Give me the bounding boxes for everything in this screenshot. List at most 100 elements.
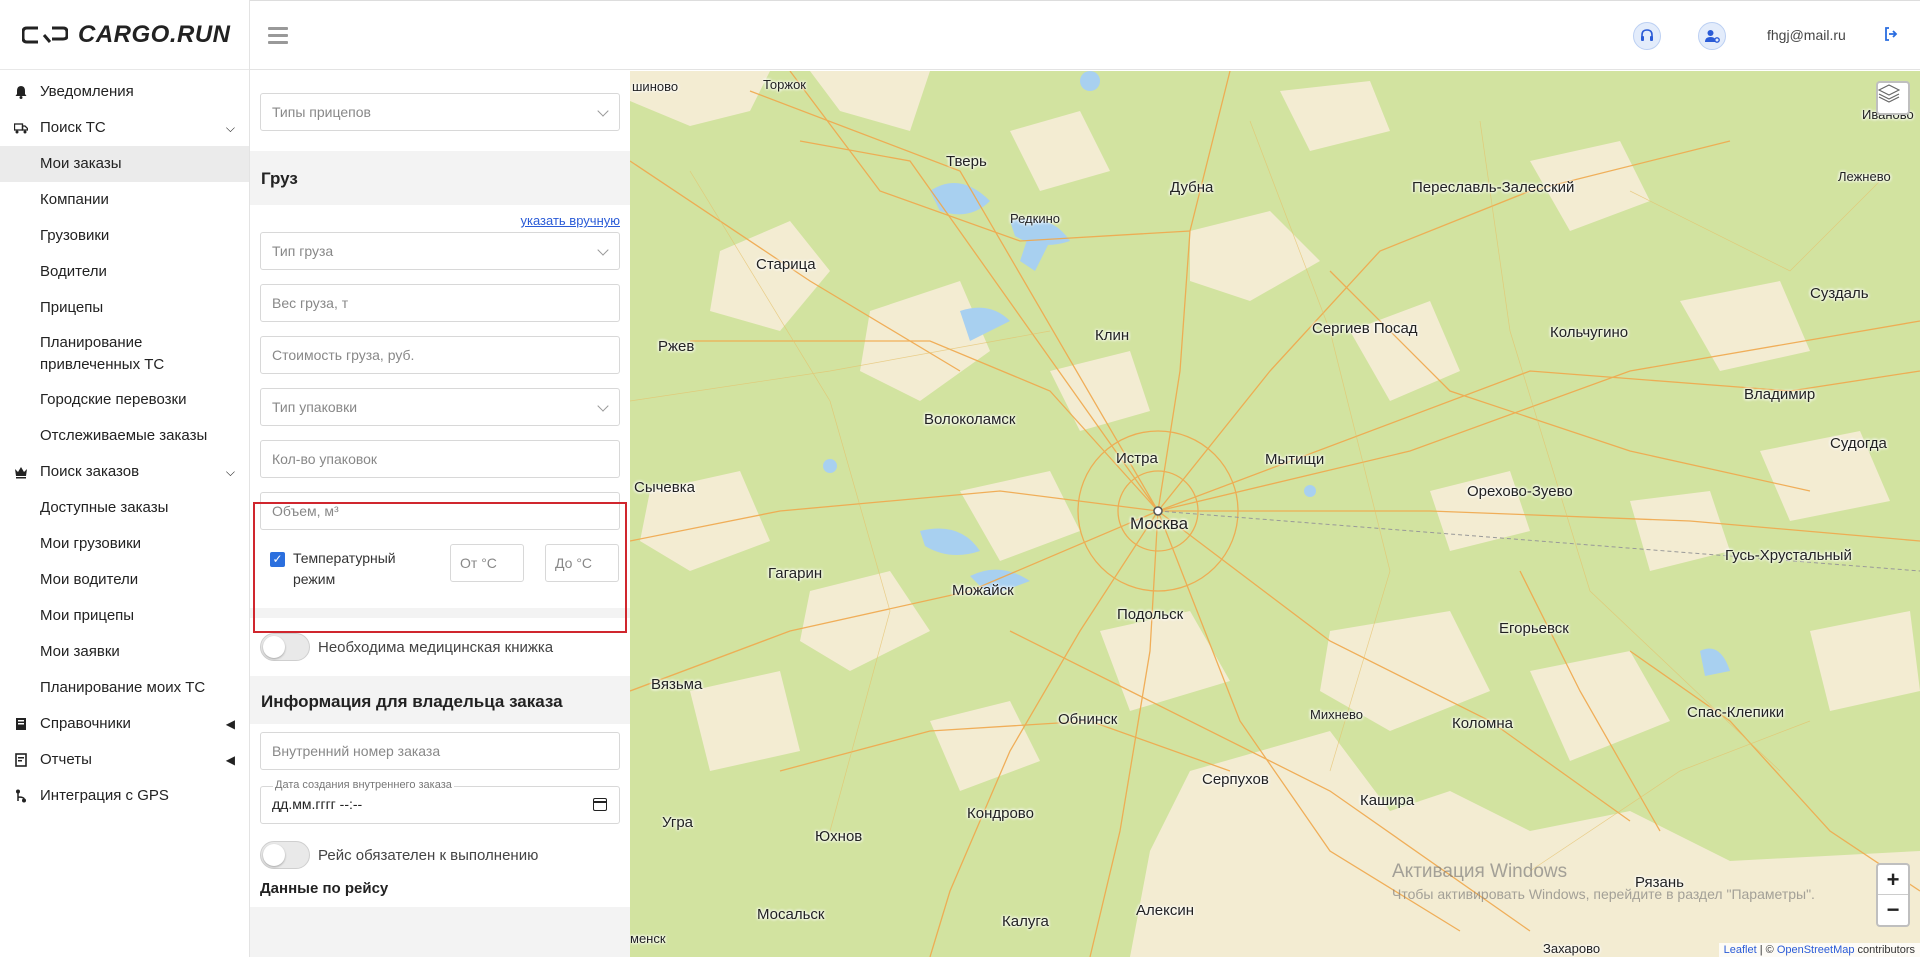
input-placeholder: Кол-во упаковок [272, 451, 378, 467]
sidebar-item-label: Мои грузовики [40, 535, 142, 552]
sidebar-item-label: Мои заявки [40, 643, 120, 660]
manual-entry-link[interactable]: указать вручную [260, 205, 621, 232]
map-city-label: Клин [1095, 327, 1130, 344]
sidebar-item-trailers[interactable]: Прицепы [0, 290, 249, 326]
trip-data-title: Данные по рейсу [260, 880, 389, 897]
leaflet-link[interactable]: Leaflet [1724, 944, 1757, 956]
select-placeholder: Тип груза [272, 243, 334, 259]
map-city-label: Подольск [1117, 606, 1184, 623]
crown-icon [15, 467, 27, 479]
sidebar-item-city-transport[interactable]: Городские перевозки [0, 382, 249, 418]
sidebar-item-label: Мои прицепы [40, 607, 135, 624]
support-button[interactable] [1633, 22, 1661, 50]
map-city-label: Михнево [1310, 707, 1363, 722]
sidebar-item-my-orders[interactable]: Мои заказы [0, 146, 249, 182]
sidebar-item-tracked-orders[interactable]: Отслеживаемые заказы [0, 418, 249, 454]
sidebar-item-label: Водители [40, 263, 107, 280]
map-city-label: Сергиев Посад [1312, 320, 1418, 337]
osm-link[interactable]: OpenStreetMap [1777, 944, 1855, 956]
sidebar-item-planning-hired[interactable]: Планирование привлеченных ТС [0, 326, 249, 382]
chevron-down-icon: ⌵ [225, 121, 235, 135]
chevron-down-icon [597, 400, 609, 412]
zoom-in-button[interactable]: + [1878, 865, 1908, 895]
watermark-title: Активация Windows [1392, 861, 1568, 882]
sidebar-item-label: Отслеживаемые заказы [40, 427, 208, 444]
map-city-label: менск [630, 931, 666, 946]
profile-settings-button[interactable] [1698, 22, 1726, 50]
map-city-label: Обнинск [1058, 711, 1118, 728]
report-icon [15, 753, 27, 767]
trailer-types-select[interactable]: Типы прицепов [260, 93, 620, 131]
map-city-label: Редкино [1010, 211, 1060, 226]
sidebar-item-my-trailers[interactable]: Мои прицепы [0, 598, 249, 634]
sidebar-item-label: Мои заказы [40, 155, 122, 172]
sidebar-item-label: Компании [40, 191, 109, 208]
map-city-label: Юхнов [815, 828, 863, 845]
package-count-input[interactable]: Кол-во упаковок [260, 440, 620, 478]
sidebar-item-label: Отчеты [40, 751, 92, 768]
sidebar-item-label: Интеграция с GPS [40, 787, 169, 804]
chevron-down-icon [597, 244, 609, 256]
user-email[interactable]: fhgj@mail.ru [1767, 27, 1846, 43]
menu-toggle-icon[interactable] [268, 27, 288, 48]
truck-icon [14, 123, 28, 134]
map-city-label: Гагарин [768, 565, 823, 582]
chevron-down-icon: ⌵ [225, 465, 235, 479]
cargo-weight-input[interactable]: Вес груза, т [260, 284, 620, 322]
logout-icon[interactable] [1884, 27, 1898, 45]
sidebar-item-label: Поиск заказов [40, 463, 140, 480]
sidebar-item-my-drivers[interactable]: Мои водители [0, 562, 249, 598]
sidebar-item-label: Уведомления [40, 83, 134, 100]
map-city-label: Москва [1130, 514, 1189, 533]
trip-required-toggle[interactable] [260, 841, 310, 869]
sidebar-item-companies[interactable]: Компании [0, 182, 249, 218]
sidebar-item-my-planning[interactable]: Планирование моих ТС [0, 670, 249, 706]
chevron-down-icon [597, 105, 609, 117]
sidebar-item-my-requests[interactable]: Мои заявки [0, 634, 249, 670]
layers-control[interactable] [1876, 81, 1910, 115]
package-type-select[interactable]: Тип упаковки [260, 388, 620, 426]
map-city-label: Алексин [1136, 902, 1194, 919]
internal-date-input[interactable]: Дата создания внутреннего заказа дд.мм.г… [260, 779, 620, 824]
sidebar-item-search-orders[interactable]: Поиск заказов ⌵ [0, 454, 249, 490]
sidebar-item-label: Доступные заказы [40, 499, 169, 516]
map-city-label: Кашира [1360, 792, 1415, 809]
map-city-label: Спас-Клепики [1687, 704, 1785, 721]
order-form-panel: Типы прицепов Груз указать вручную Тип г… [250, 71, 630, 957]
logo[interactable]: CARGO.RUN [0, 0, 249, 70]
sidebar-item-trucks[interactable]: Грузовики [0, 218, 249, 254]
sidebar-item-label: Планирование моих ТС [40, 679, 206, 696]
sidebar-item-notifications[interactable]: Уведомления [0, 74, 249, 110]
calendar-icon[interactable] [593, 798, 607, 811]
headset-icon [1641, 29, 1653, 41]
map-city-label: Серпухов [1202, 771, 1269, 788]
map-city-label: Торжок [763, 77, 806, 92]
sidebar-item-drivers[interactable]: Водители [0, 254, 249, 290]
sidebar-item-my-trucks[interactable]: Мои грузовики [0, 526, 249, 562]
map-city-label: Калуга [1002, 913, 1049, 930]
zoom-out-button[interactable]: − [1878, 895, 1908, 925]
internal-number-input[interactable]: Внутренний номер заказа [260, 732, 620, 770]
sidebar-item-references[interactable]: Справочники ◀ [0, 706, 249, 742]
cargo-section-title: Груз [261, 169, 298, 188]
map-city-label: Мытищи [1265, 451, 1325, 468]
sidebar-item-reports[interactable]: Отчеты ◀ [0, 742, 249, 778]
map-city-label: Можайск [952, 582, 1014, 599]
map-city-label: Гусь-Хрустальный [1725, 547, 1852, 564]
sidebar-item-search-vehicles[interactable]: Поиск ТС ⌵ [0, 110, 249, 146]
map-city-label: Лежнево [1838, 169, 1891, 184]
cargo-cost-input[interactable]: Стоимость груза, руб. [260, 336, 620, 374]
select-placeholder: Типы прицепов [272, 104, 371, 120]
sidebar-item-gps-integration[interactable]: Интеграция с GPS [0, 778, 249, 814]
sidebar-item-label: Поиск ТС [40, 119, 106, 136]
map-city-label: Владимир [1744, 386, 1816, 403]
input-placeholder: Стоимость груза, руб. [272, 347, 415, 363]
map-city-label: шиново [632, 79, 679, 94]
map-attribution: Leaflet | © OpenStreetMap contributors [1718, 943, 1920, 957]
sidebar-item-available-orders[interactable]: Доступные заказы [0, 490, 249, 526]
med-book-label: Необходима медицинская книжка [318, 638, 554, 656]
map[interactable]: шиново Торжок Иваново Тверь Дубна Пересл… [630, 71, 1920, 957]
cargo-type-select[interactable]: Тип груза [260, 232, 620, 270]
map-city-label: Суздаль [1810, 285, 1869, 302]
med-book-toggle[interactable] [260, 633, 310, 661]
